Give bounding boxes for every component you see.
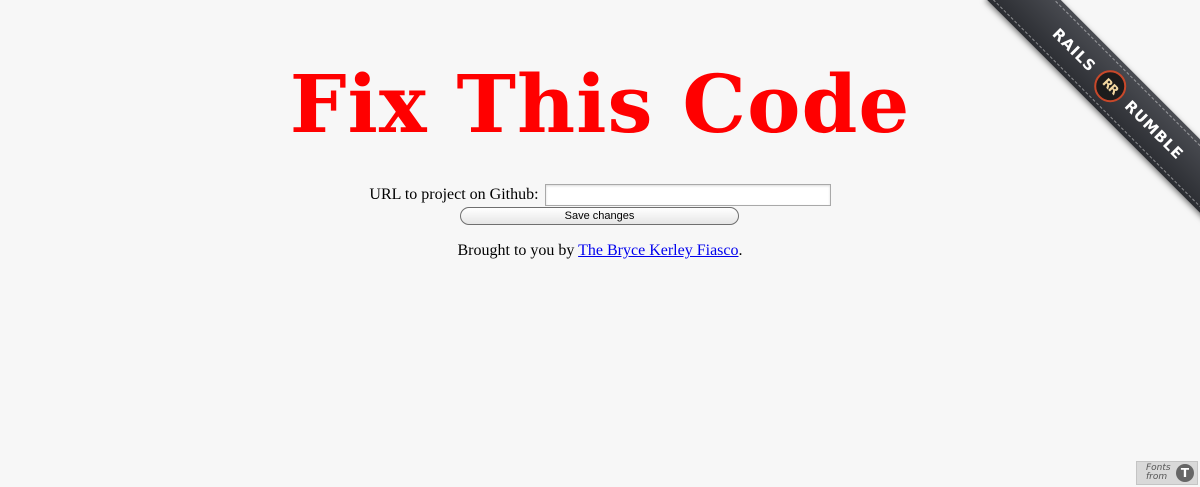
- typekit-badge[interactable]: Fonts from T: [1136, 461, 1198, 485]
- credit-line: Brought to you by The Bryce Kerley Fiasc…: [0, 240, 1200, 262]
- typekit-badge-line2: from: [1146, 472, 1168, 482]
- rails-rumble-ribbon[interactable]: RAILS RR RUMBLE: [986, 0, 1200, 226]
- page: Fix This Code URL to project on Github: …: [0, 0, 1200, 487]
- banner-left-text: RAILS: [1048, 24, 1100, 76]
- rails-rumble-banner[interactable]: RAILS RR RUMBLE: [970, 0, 1200, 230]
- credit-prefix: Brought to you by: [457, 242, 579, 259]
- banner-right-text: RUMBLE: [1120, 96, 1188, 164]
- save-changes-button[interactable]: Save changes: [460, 207, 739, 225]
- author-link[interactable]: The Bryce Kerley Fiasco: [578, 242, 738, 259]
- url-label: URL to project on Github:: [369, 186, 539, 203]
- credit-suffix: .: [738, 242, 743, 259]
- typekit-icon: T: [1176, 464, 1194, 482]
- github-url-input[interactable]: [544, 184, 831, 207]
- typekit-badge-text: Fonts from: [1146, 464, 1172, 482]
- rails-rumble-logo-icon: RR: [1087, 63, 1133, 109]
